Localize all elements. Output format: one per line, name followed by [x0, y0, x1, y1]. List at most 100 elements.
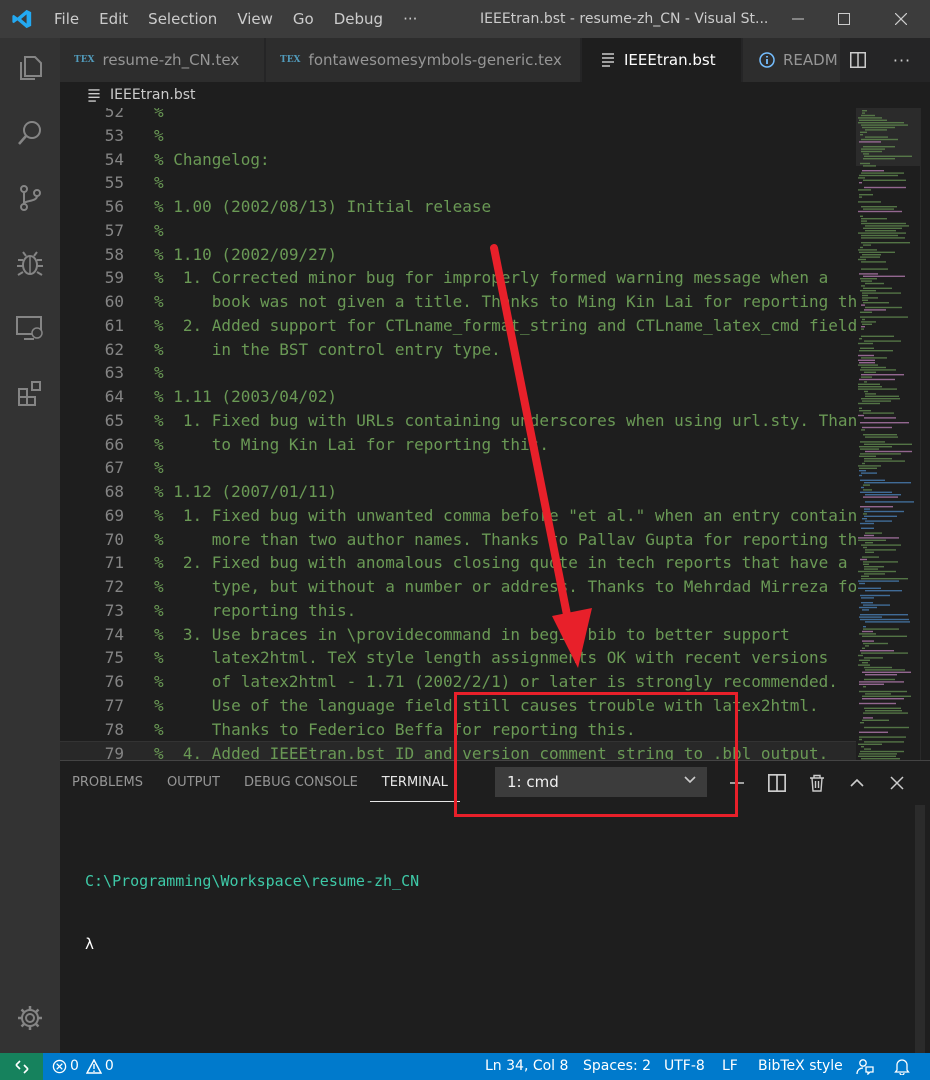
tab-fontawesomesymbols-generic-tex[interactable]: TEX fontawesomesymbols-generic.tex: [266, 38, 581, 82]
code-line[interactable]: 52%: [60, 108, 856, 124]
line-number: 78: [104, 719, 124, 739]
code-line[interactable]: 71 % 2. Fixed bug with anomalous closing …: [60, 551, 856, 575]
code-line[interactable]: 57%: [60, 219, 856, 243]
bell-icon: [894, 1059, 910, 1076]
line-text: % 2. Added support for CTLname_format_st…: [154, 315, 856, 335]
code-line[interactable]: 76 % of latex2html - 1.71 (2002/2/1) or l…: [60, 670, 856, 694]
line-text: % 1.12 (2007/01/11): [154, 482, 338, 501]
code-line[interactable]: 62 % in the BST control entry type.: [60, 338, 856, 362]
split-editor-button[interactable]: [840, 38, 876, 82]
code-line[interactable]: 56 % 1.00 (2002/08/13) Initial release: [60, 195, 856, 219]
code-line[interactable]: 69 % 1. Fixed bug with unwanted comma bef…: [60, 504, 856, 528]
code-line[interactable]: 70 % more than two author names. Thanks t…: [60, 528, 856, 552]
highlight-box: [454, 692, 738, 817]
code-line[interactable]: 58 % 1.10 (2002/09/27): [60, 243, 856, 267]
menu-more[interactable]: ···: [393, 0, 427, 38]
window-title: IEEEtran.bst - resume-zh_CN - Visual St.…: [480, 11, 769, 27]
close-icon: [895, 13, 907, 25]
code-line[interactable]: 74 % 3. Use braces in \providecommand in …: [60, 623, 856, 647]
more-actions-button[interactable]: ···: [884, 38, 920, 82]
tab-terminal[interactable]: TERMINAL: [369, 765, 460, 802]
code-editor[interactable]: 52% 53% 54% Changelog: 55% 56% 1.00 (2002/08…: [60, 108, 856, 760]
debug-button[interactable]: [0, 233, 60, 293]
code-line[interactable]: 65 % 1. Fixed bug with URLs containing un…: [60, 409, 856, 433]
encoding-status[interactable]: UTF-8: [664, 1053, 705, 1080]
tab-ieeetran-bst[interactable]: IEEEtran.bst: [582, 38, 742, 82]
language-mode[interactable]: BibTeX style: [758, 1053, 843, 1080]
line-text: %: [154, 458, 164, 478]
code-line[interactable]: 60 % book was not given a title. Thanks t…: [60, 290, 856, 314]
maximize-button[interactable]: [821, 0, 867, 38]
indentation-status[interactable]: Spaces: 2: [583, 1053, 651, 1080]
menu-file[interactable]: File: [44, 0, 89, 38]
problems-status[interactable]: 0 0: [52, 1053, 114, 1080]
terminal-output[interactable]: C:\Programming\Workspace\resume-zh_CN λ: [85, 829, 419, 997]
gear-icon: [18, 1006, 42, 1030]
maximize-icon: [838, 13, 850, 25]
code-line[interactable]: 75 % latex2html. TeX style length assignm…: [60, 646, 856, 670]
remote-explorer-button[interactable]: [0, 298, 60, 358]
code-line[interactable]: 59 % 1. Corrected minor bug for improperl…: [60, 266, 856, 290]
line-number: 67: [104, 458, 124, 478]
extensions-button[interactable]: [0, 363, 60, 423]
menu-debug[interactable]: Debug: [324, 0, 393, 38]
search-button[interactable]: [0, 103, 60, 163]
split-terminal-button[interactable]: [760, 761, 794, 805]
editor-scrollbar[interactable]: [920, 108, 930, 760]
extensions-icon: [18, 381, 41, 406]
line-text: % 3. Use braces in \providecommand in be…: [154, 624, 790, 644]
kill-terminal-button[interactable]: [800, 761, 834, 805]
terminal-scrollbar[interactable]: [915, 805, 925, 1054]
breadcrumb: IEEEtran.bst: [60, 82, 930, 108]
feedback-button[interactable]: [856, 1058, 874, 1080]
code-line[interactable]: 68 % 1.12 (2007/01/11): [60, 480, 856, 504]
tab-output[interactable]: OUTPUT: [155, 761, 232, 805]
code-line[interactable]: 53%: [60, 124, 856, 148]
cursor-position[interactable]: Ln 34, Col 8: [485, 1053, 568, 1080]
menu-view[interactable]: View: [227, 0, 283, 38]
code-line[interactable]: 55%: [60, 171, 856, 195]
code-line[interactable]: 54 % Changelog:: [60, 148, 856, 172]
tab-readme[interactable]: READM: [743, 38, 843, 82]
tab-debug-console[interactable]: DEBUG CONSOLE: [232, 761, 370, 805]
title-bar: File Edit Selection View Go Debug ··· IE…: [0, 0, 930, 38]
menu-selection[interactable]: Selection: [138, 0, 227, 38]
code-line[interactable]: 63%: [60, 361, 856, 385]
minimap[interactable]: [856, 108, 920, 760]
ellipsis-icon: ···: [892, 50, 912, 70]
line-number: 75: [104, 648, 124, 668]
maximize-panel-button[interactable]: [840, 761, 874, 805]
feedback-icon: [856, 1059, 874, 1076]
menu-go[interactable]: Go: [283, 0, 324, 38]
code-line[interactable]: 73 % reporting this.: [60, 599, 856, 623]
manage-button[interactable]: [0, 988, 60, 1048]
explorer-button[interactable]: [0, 38, 60, 98]
menu-edit[interactable]: Edit: [89, 0, 138, 38]
warning-icon: [85, 1059, 102, 1074]
code-line[interactable]: 61 % 2. Added support for CTLname_format_…: [60, 314, 856, 338]
code-line[interactable]: 72 % type, but without a number or addres…: [60, 575, 856, 599]
close-panel-button[interactable]: [880, 761, 914, 805]
code-lines: 52% 53% 54% Changelog: 55% 56% 1.00 (2002/08…: [60, 108, 856, 760]
code-line[interactable]: 66 % to Ming Kin Lai for reporting this.: [60, 433, 856, 457]
tab-label: READM: [783, 51, 838, 69]
notifications-button[interactable]: [894, 1058, 910, 1080]
minimize-button[interactable]: [775, 0, 821, 38]
remote-indicator[interactable]: [0, 1053, 43, 1080]
eol-status[interactable]: LF: [722, 1053, 738, 1080]
tab-resume-zh-cn-tex[interactable]: TEX resume-zh_CN.tex: [60, 38, 265, 82]
tab-label: IEEEtran.bst: [624, 51, 716, 69]
line-text: % of latex2html - 1.71 (2002/2/1) or lat…: [154, 672, 838, 691]
close-window-button[interactable]: [872, 0, 930, 38]
file-lines-icon: [88, 88, 100, 102]
code-line[interactable]: 64 % 1.11 (2003/04/02): [60, 385, 856, 409]
code-line[interactable]: 67%: [60, 456, 856, 480]
tab-problems[interactable]: PROBLEMS: [60, 761, 155, 805]
source-control-button[interactable]: [0, 168, 60, 228]
line-number: 55: [104, 173, 124, 193]
vscode-logo-icon: [0, 0, 44, 38]
line-number: 53: [104, 125, 124, 145]
line-text: % 2. Fixed bug with anomalous closing qu…: [154, 553, 848, 573]
tab-label: resume-zh_CN.tex: [102, 51, 240, 69]
breadcrumb-file[interactable]: IEEEtran.bst: [110, 87, 195, 103]
